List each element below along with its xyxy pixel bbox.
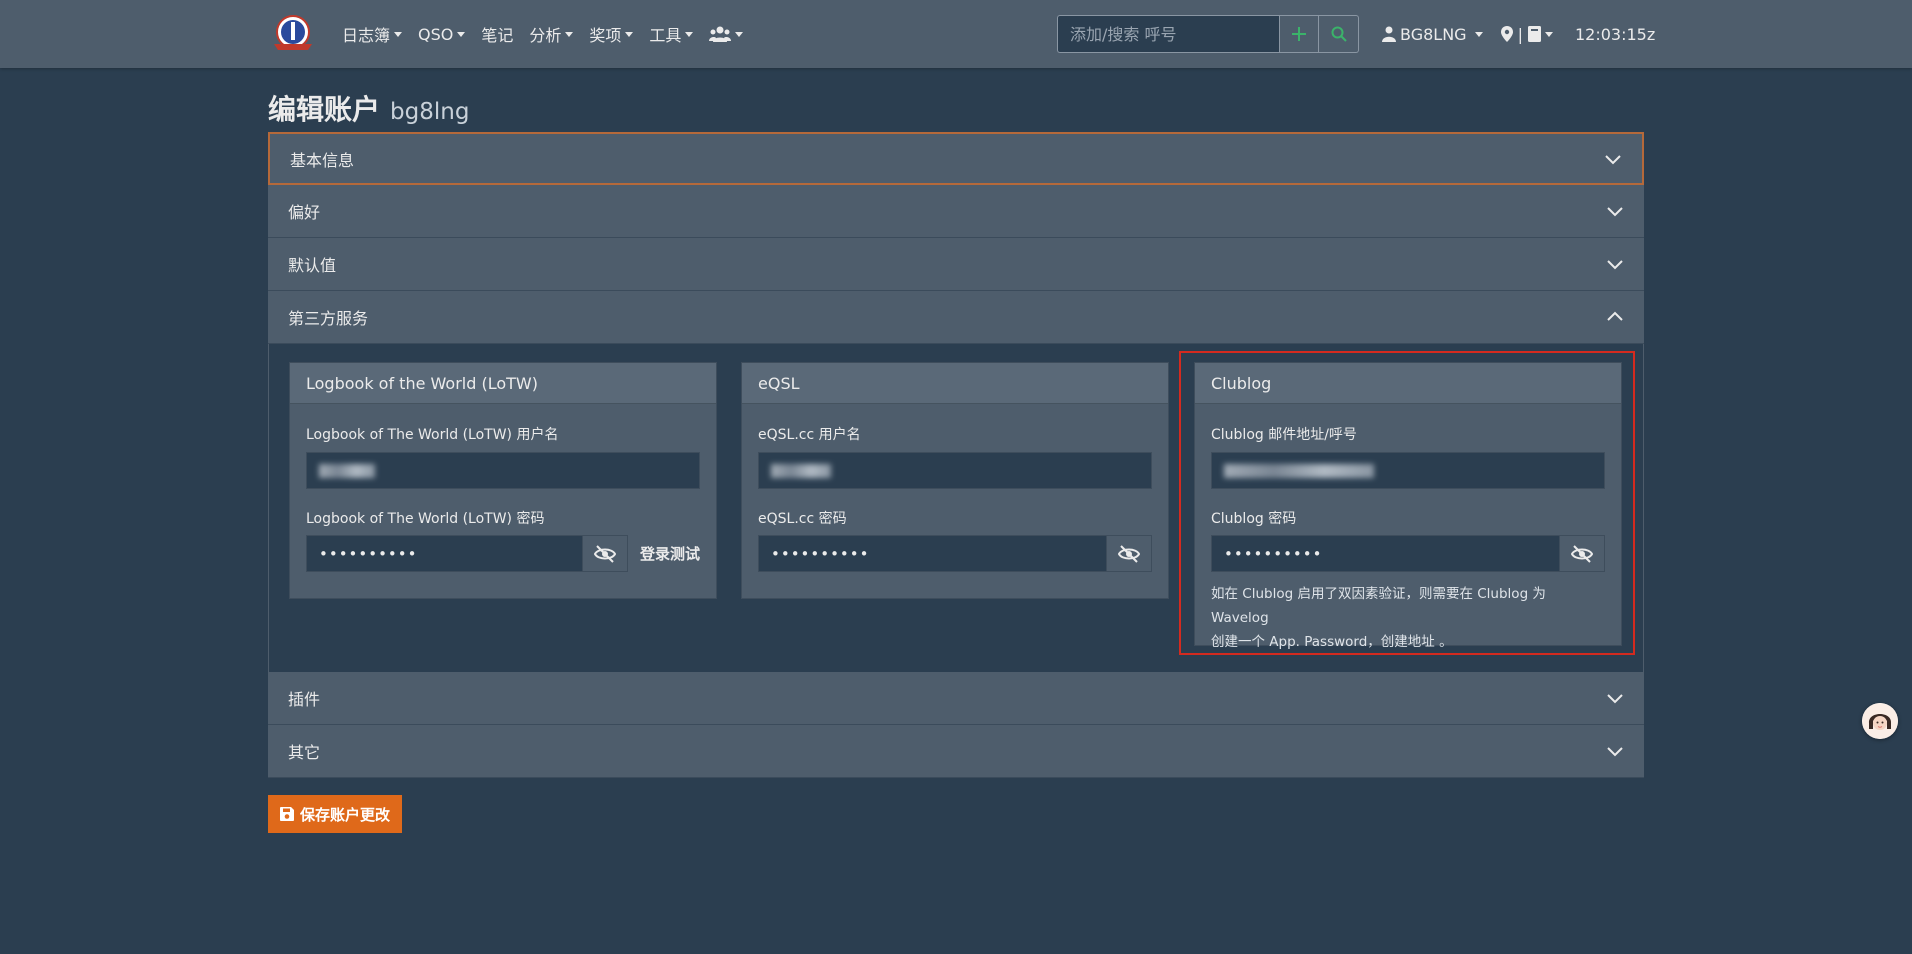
search-callsign-button[interactable] bbox=[1319, 15, 1359, 53]
eye-slash-icon bbox=[1118, 544, 1140, 563]
nav-right: BG8LNG | 12:03:15z bbox=[1382, 0, 1655, 68]
eqsl-card-header: eQSL bbox=[742, 363, 1168, 404]
user-menu[interactable]: BG8LNG bbox=[1382, 25, 1483, 44]
chevron-down-icon bbox=[1607, 694, 1623, 704]
chevron-down-icon bbox=[1607, 747, 1623, 757]
callsign-search-input[interactable] bbox=[1057, 15, 1279, 53]
users-icon bbox=[709, 26, 732, 42]
lotw-card: Logbook of the World (LoTW) Logbook of T… bbox=[289, 362, 717, 599]
plus-icon bbox=[1292, 27, 1306, 41]
lotw-test-login-button[interactable]: 登录测试 bbox=[640, 543, 700, 564]
caret-down-icon bbox=[394, 31, 403, 37]
menu-analysis-label: 分析 bbox=[529, 26, 562, 45]
accordion-third-party-label: 第三方服务 bbox=[288, 309, 369, 328]
lotw-password-input[interactable]: •••••••••• bbox=[306, 535, 583, 572]
caret-down-icon bbox=[1474, 31, 1483, 37]
top-navbar: 日志簿 QSO 笔记 分析 奖项 工具 BG8L bbox=[0, 0, 1912, 68]
callsign-search bbox=[1057, 15, 1359, 53]
eqsl-username-input[interactable] bbox=[758, 452, 1152, 489]
caret-down-icon bbox=[685, 31, 694, 37]
menu-notes[interactable]: 笔记 bbox=[481, 22, 513, 46]
redacted-value bbox=[319, 463, 375, 478]
accordion-third-party[interactable]: 第三方服务 bbox=[268, 291, 1644, 344]
caret-down-icon bbox=[1544, 31, 1553, 37]
save-account-button[interactable]: 保存账户更改 bbox=[268, 795, 403, 833]
menu-analysis[interactable]: 分析 bbox=[529, 22, 574, 46]
menu-qso-label: QSO bbox=[418, 24, 454, 44]
lotw-toggle-password-button[interactable] bbox=[582, 535, 628, 572]
eqsl-username-label: eQSL.cc 用户名 bbox=[758, 427, 861, 443]
user-callsign: BG8LNG bbox=[1400, 24, 1467, 44]
assistant-avatar[interactable] bbox=[1862, 703, 1898, 739]
page-username: bg8lng bbox=[390, 99, 470, 125]
avatar-icon bbox=[1862, 703, 1898, 739]
save-account-label: 保存账户更改 bbox=[300, 805, 391, 824]
accordion-other-label: 其它 bbox=[288, 743, 321, 762]
page-title-text: 编辑账户 bbox=[268, 93, 381, 126]
accordion-preferences-label: 偏好 bbox=[288, 203, 321, 222]
search-icon bbox=[1331, 26, 1347, 42]
chevron-down-icon bbox=[1607, 207, 1623, 217]
add-callsign-button[interactable] bbox=[1279, 15, 1319, 53]
accordion-preferences[interactable]: 偏好 bbox=[268, 185, 1644, 238]
logo-icon[interactable] bbox=[268, 14, 318, 54]
user-icon bbox=[1382, 26, 1396, 42]
chevron-up-icon bbox=[1607, 311, 1623, 321]
accordion-basic-info-label: 基本信息 bbox=[290, 150, 355, 170]
caret-down-icon bbox=[565, 31, 574, 37]
accordion-basic-info[interactable]: 基本信息 bbox=[268, 132, 1644, 185]
map-marker-icon bbox=[1500, 26, 1513, 42]
accordion-plugins-label: 插件 bbox=[288, 690, 321, 709]
main-menu: 日志簿 QSO 笔记 分析 奖项 工具 bbox=[342, 0, 759, 68]
page-title: 编辑账户 bg8lng bbox=[268, 88, 469, 128]
chevron-down-icon bbox=[1605, 154, 1621, 164]
clublog-highlight-box bbox=[1179, 351, 1635, 655]
accordion-plugins[interactable]: 插件 bbox=[268, 672, 1644, 725]
accordion-defaults[interactable]: 默认值 bbox=[268, 238, 1644, 291]
menu-tools-label: 工具 bbox=[649, 26, 682, 45]
redacted-value bbox=[771, 463, 831, 478]
eqsl-password-input[interactable]: •••••••••• bbox=[758, 535, 1107, 572]
separator: | bbox=[1517, 24, 1523, 44]
menu-logbook[interactable]: 日志簿 bbox=[342, 22, 403, 46]
eqsl-card: eQSL eQSL.cc 用户名 eQSL.cc 密码 •••••••••• bbox=[741, 362, 1169, 599]
caret-down-icon bbox=[735, 31, 744, 37]
caret-down-icon bbox=[457, 31, 466, 37]
lotw-card-header: Logbook of the World (LoTW) bbox=[290, 363, 716, 404]
book-icon bbox=[1527, 26, 1541, 42]
menu-community[interactable] bbox=[709, 26, 744, 42]
eye-slash-icon bbox=[593, 544, 616, 563]
menu-awards-label: 奖项 bbox=[589, 26, 622, 45]
menu-notes-label: 笔记 bbox=[481, 26, 514, 45]
accordion-other[interactable]: 其它 bbox=[268, 725, 1644, 778]
save-icon bbox=[280, 807, 294, 821]
lotw-password-label: Logbook of The World (LoTW) 密码 bbox=[306, 511, 545, 527]
menu-qso[interactable]: QSO bbox=[418, 24, 466, 44]
location-logbook-menu[interactable]: | bbox=[1500, 24, 1553, 44]
lotw-username-input[interactable] bbox=[306, 452, 700, 489]
eqsl-toggle-password-button[interactable] bbox=[1107, 535, 1152, 572]
utc-clock: 12:03:15z bbox=[1574, 24, 1656, 44]
chevron-down-icon bbox=[1607, 260, 1623, 270]
lotw-username-label: Logbook of The World (LoTW) 用户名 bbox=[306, 427, 559, 443]
menu-logbook-label: 日志簿 bbox=[342, 26, 391, 45]
menu-awards[interactable]: 奖项 bbox=[589, 22, 634, 46]
menu-tools[interactable]: 工具 bbox=[649, 22, 694, 46]
eqsl-password-label: eQSL.cc 密码 bbox=[758, 511, 847, 527]
accordion-defaults-label: 默认值 bbox=[288, 256, 337, 275]
caret-down-icon bbox=[625, 31, 634, 37]
